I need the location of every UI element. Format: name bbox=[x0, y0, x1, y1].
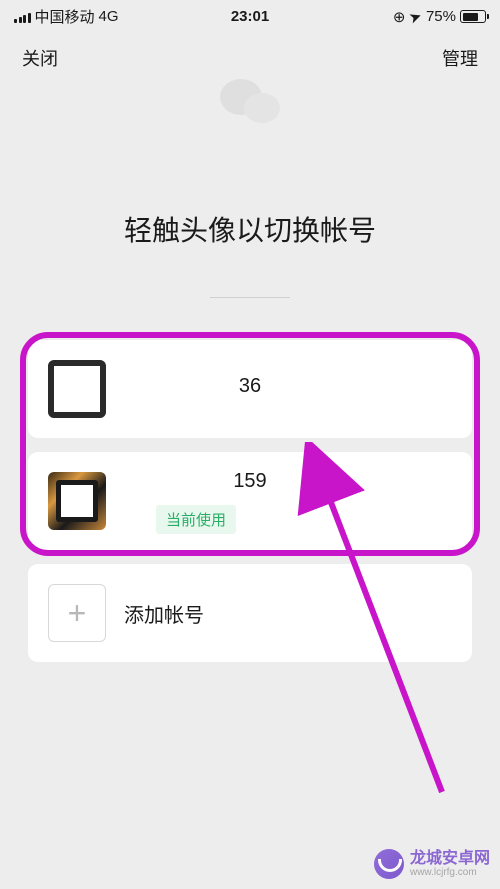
signal-icon bbox=[14, 11, 31, 23]
battery-icon bbox=[460, 10, 486, 23]
wechat-logo-icon bbox=[0, 75, 500, 131]
status-left: 中国移动 4G bbox=[14, 6, 119, 27]
account-name: 159 bbox=[233, 470, 266, 493]
clock: 23:01 bbox=[231, 8, 269, 25]
watermark-name: 龙城安卓网 bbox=[410, 850, 490, 868]
network-label: 4G bbox=[99, 8, 119, 25]
carrier-label: 中国移动 bbox=[35, 6, 95, 27]
status-right: ⊕ ➤ 75% bbox=[393, 8, 486, 26]
divider bbox=[210, 297, 290, 298]
account-item[interactable]: 36 bbox=[28, 340, 472, 438]
plus-icon: + bbox=[48, 584, 106, 642]
avatar bbox=[48, 360, 106, 418]
status-bar: 中国移动 4G 23:01 ⊕ ➤ 75% bbox=[0, 0, 500, 31]
account-item-current[interactable]: 159 当前使用 bbox=[28, 452, 472, 550]
manage-button[interactable]: 管理 bbox=[442, 45, 478, 71]
close-button[interactable]: 关闭 bbox=[22, 45, 58, 71]
watermark-url: www.lcjrfg.com bbox=[410, 867, 490, 878]
watermark-icon bbox=[374, 849, 404, 879]
watermark: 龙城安卓网 www.lcjrfg.com bbox=[374, 849, 490, 879]
current-badge: 当前使用 bbox=[156, 505, 236, 534]
avatar bbox=[48, 472, 106, 530]
add-account-item[interactable]: + 添加帐号 bbox=[28, 564, 472, 662]
account-name: 36 bbox=[239, 375, 261, 398]
rotation-lock-icon: ⊕ bbox=[393, 8, 406, 26]
battery-fill bbox=[463, 13, 479, 21]
add-account-label: 添加帐号 bbox=[124, 599, 204, 628]
account-list: 36 159 当前使用 bbox=[28, 340, 472, 550]
battery-percent: 75% bbox=[426, 8, 456, 25]
location-icon: ➤ bbox=[407, 6, 425, 27]
page-title: 轻触头像以切换帐号 bbox=[0, 209, 500, 249]
